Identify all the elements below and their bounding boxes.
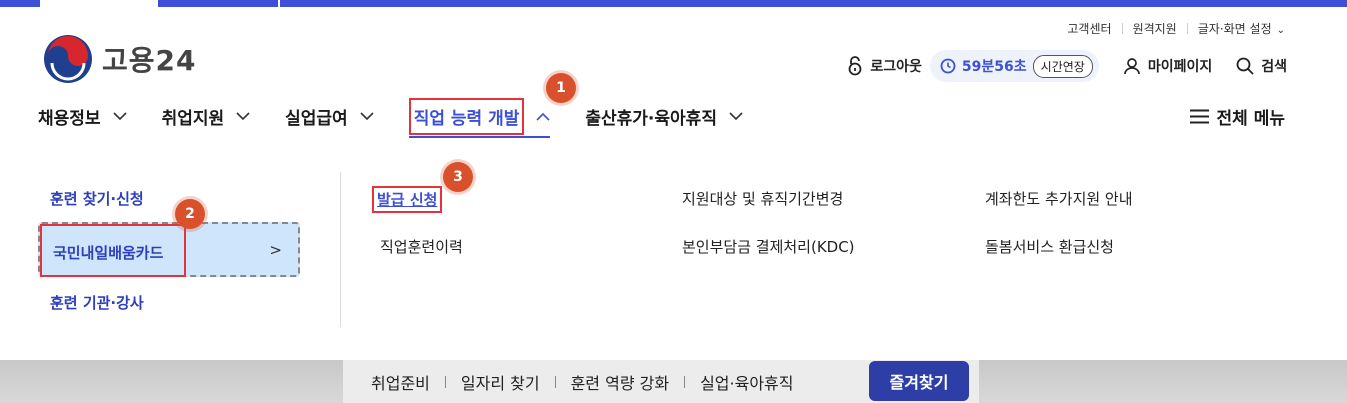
mypage-label: 마이페이지 (1147, 59, 1213, 75)
account-bar: 로그아웃 59분56초 시간연장 마이페이지 검색 (847, 50, 1287, 82)
top-bar-gap (40, 0, 158, 7)
chevron-down-icon (360, 111, 374, 121)
quick-link-job-prep[interactable]: 취업준비 (371, 370, 430, 394)
search-icon (1236, 57, 1254, 75)
utility-links: 고객센터 원격지원 글자·화면 설정 ⌄ (1067, 20, 1285, 37)
chevron-down-icon (112, 111, 127, 121)
sidebar-item-label: 국민내일배움카드 (40, 224, 186, 277)
nav-item-employment-support[interactable]: 취업지원 (162, 94, 251, 138)
customer-center-link[interactable]: 고객센터 (1067, 20, 1111, 37)
submenu-link-eligibility-change[interactable]: 지원대상 및 휴직기간변경 (682, 188, 843, 209)
nav-item-vocational-training[interactable]: 직업 능력 개발 (408, 94, 551, 138)
mypage-link[interactable]: 마이페이지 (1123, 56, 1212, 76)
submenu-link-account-limit[interactable]: 계좌한도 추가지원 안내 (985, 188, 1133, 209)
chevron-down-icon (236, 111, 250, 121)
logout-label: 로그아웃 (870, 59, 922, 75)
nav-label: 직업 능력 개발 (408, 97, 525, 135)
favorites-button[interactable]: 즐겨찾기 (869, 361, 969, 401)
main-navigation: 채용정보 취업지원 실업급여 직업 능력 개발 출산휴가·육아휴직 (38, 94, 778, 138)
taegeuk-emblem-icon (44, 35, 92, 83)
quick-menu-bar: 취업준비 일자리 찾기 훈련 역량 강화 실업·육아휴직 즐겨찾기 (0, 360, 1347, 403)
sidebar-item-naeil-card[interactable]: 국민내일배움카드 > (38, 222, 300, 277)
nav-label: 실업급여 (285, 108, 348, 129)
chevron-right-icon: > (269, 241, 282, 259)
session-timer: 59분56초 시간연장 (929, 50, 1099, 82)
logo-text: 고용24 (102, 44, 197, 77)
logout-button[interactable]: 로그아웃 (847, 56, 922, 76)
timer-value: 59분56초 (961, 59, 1027, 75)
submenu-link-care-refund[interactable]: 돌봄서비스 환급신청 (985, 236, 1114, 257)
top-bar-gap (278, 0, 280, 7)
nav-label: 취업지원 (161, 108, 225, 129)
divider (444, 375, 446, 388)
nav-item-job-info[interactable]: 채용정보 (38, 94, 127, 138)
display-settings-link[interactable]: 글자·화면 설정 ⌄ (1198, 20, 1285, 37)
quick-link-find-jobs[interactable]: 일자리 찾기 (461, 370, 540, 394)
nav-label: 채용정보 (38, 108, 101, 129)
lock-icon (847, 56, 863, 76)
mega-menu-panel: 훈련 찾기·신청 국민내일배움카드 > 훈련 기관·강사 발급 신청 직업훈련이… (0, 140, 1347, 360)
divider (1186, 23, 1188, 34)
quick-link-training[interactable]: 훈련 역량 강화 (571, 370, 670, 394)
clock-icon (940, 58, 956, 74)
divider (684, 375, 686, 388)
step-badge-2: 2 (175, 199, 205, 229)
extend-session-button[interactable]: 시간연장 (1032, 54, 1093, 78)
submenu-link-kdc-payment[interactable]: 본인부담금 결제처리(KDC) (682, 236, 855, 257)
submenu-link-training-history[interactable]: 직업훈련이력 (380, 236, 463, 257)
quick-link-unemployment-leave[interactable]: 실업·육아휴직 (700, 370, 793, 394)
sidebar-item-training-search[interactable]: 훈련 찾기·신청 (50, 188, 144, 209)
submenu-link-issue-application[interactable]: 발급 신청 (372, 186, 443, 213)
remote-support-link[interactable]: 원격지원 (1133, 20, 1177, 37)
top-accent-bar (0, 0, 1347, 7)
column-divider (340, 172, 341, 327)
hamburger-icon (1189, 109, 1209, 124)
step-badge-1: 1 (546, 73, 576, 103)
step-badge-3: 3 (443, 162, 473, 192)
divider (554, 375, 556, 388)
nav-item-unemployment-benefit[interactable]: 실업급여 (285, 94, 374, 138)
all-menu-label: 전체 메뉴 (1216, 109, 1285, 129)
nav-label: 출산휴가·육아휴직 (585, 108, 717, 129)
user-icon (1123, 57, 1141, 75)
nav-item-maternity-parental-leave[interactable]: 출산휴가·육아휴직 (585, 94, 743, 138)
search-button[interactable]: 검색 (1236, 56, 1287, 76)
divider (1121, 23, 1123, 34)
sidebar-item-training-institutions[interactable]: 훈련 기관·강사 (50, 292, 144, 313)
display-settings-label: 글자·화면 설정 (1197, 22, 1272, 36)
all-menu-button[interactable]: 전체 메뉴 (1189, 104, 1285, 129)
chevron-down-icon (729, 111, 743, 121)
chevron-down-icon: ⌄ (1276, 25, 1285, 36)
search-label: 검색 (1261, 59, 1287, 75)
chevron-up-icon (536, 112, 550, 121)
site-logo[interactable]: 고용24 (42, 33, 197, 85)
